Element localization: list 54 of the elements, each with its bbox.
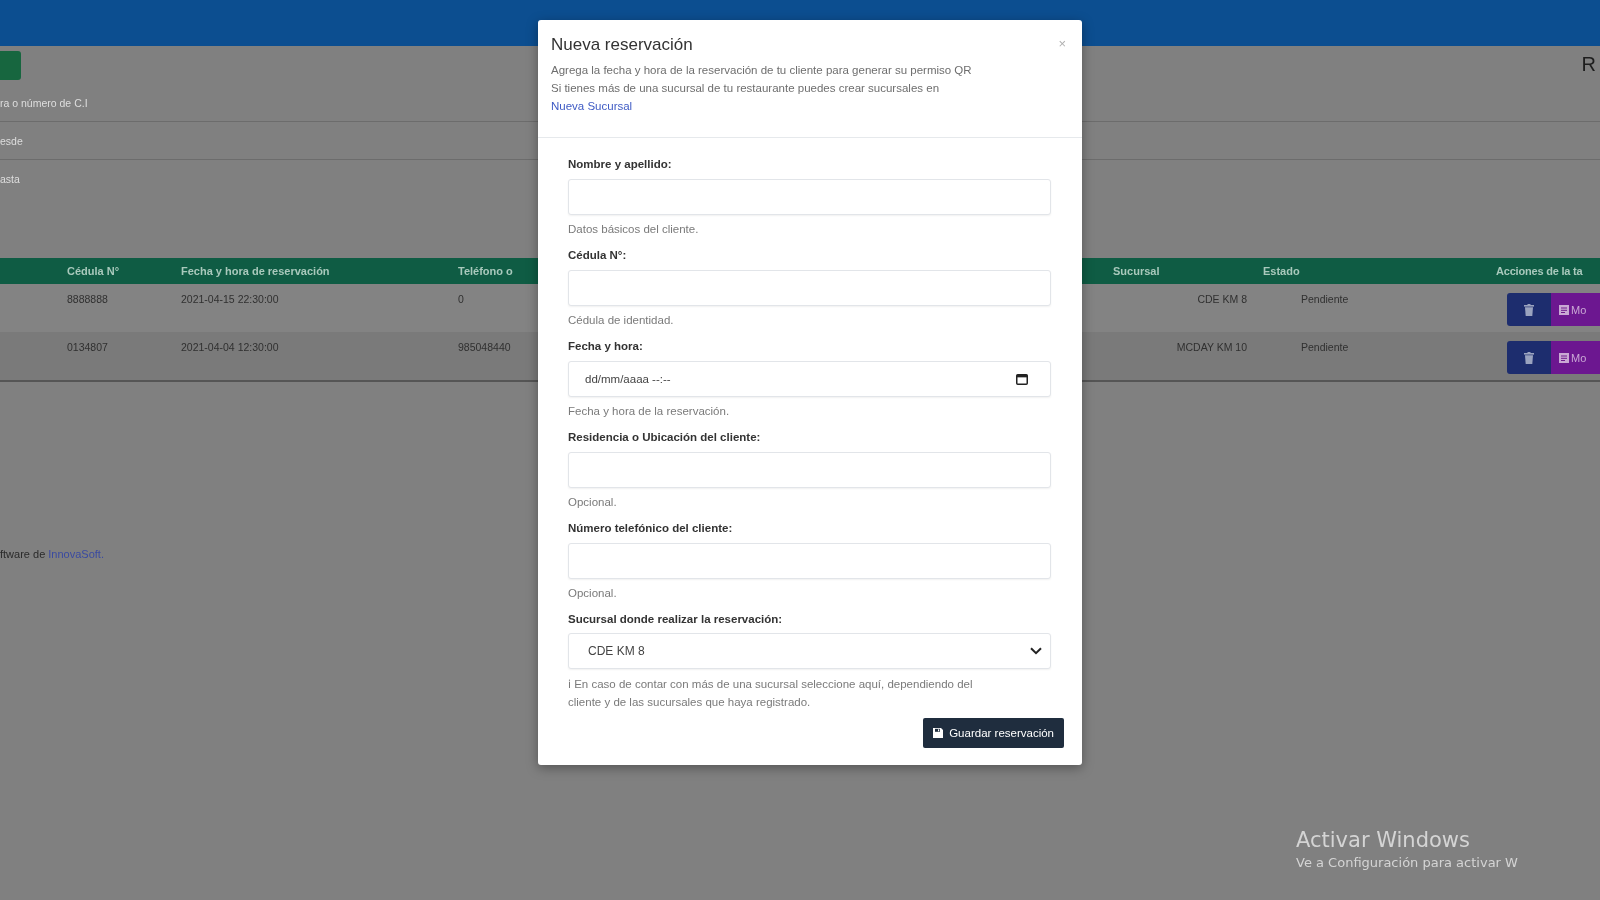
memo-icon bbox=[1559, 304, 1569, 315]
delete-button[interactable] bbox=[1507, 293, 1551, 326]
field-label: Número telefónico del cliente: bbox=[568, 521, 733, 536]
activation-notice-title: Activar Windows bbox=[1296, 827, 1470, 854]
column-header: Acciones de la ta bbox=[1496, 265, 1583, 277]
table-cell: Pendiente bbox=[1301, 293, 1349, 305]
table-cell: MCDAY KM 10 bbox=[1176, 341, 1247, 353]
action-button[interactable] bbox=[0, 51, 21, 80]
save-icon bbox=[933, 728, 944, 738]
text-input[interactable] bbox=[568, 179, 1051, 215]
trash-icon bbox=[1524, 351, 1534, 364]
help-text: Opcional. bbox=[568, 495, 617, 510]
help-text: ℹ En caso de contar con más de una sucursal seleccione aquí, dependiendo del cliente y de las sucursales que haya registrado. bbox=[568, 677, 974, 710]
field-label: Cédula N°: bbox=[568, 248, 627, 263]
field-label: Residencia o Ubicación del cliente: bbox=[568, 430, 761, 445]
edit-button[interactable]: Mo bbox=[1551, 293, 1600, 326]
delete-button[interactable] bbox=[1507, 341, 1551, 374]
datetime-input[interactable]: dd/mm/aaaa --:-- bbox=[568, 361, 1051, 397]
field-label: Sucursal donde realizar la reservación: bbox=[568, 612, 783, 627]
help-text: Datos básicos del cliente. bbox=[568, 222, 699, 237]
modal-title: Nueva reservación bbox=[551, 35, 693, 55]
table-cell: 2021-04-04 12:30:00 bbox=[181, 341, 279, 353]
field-label: Fecha y hora: bbox=[568, 339, 643, 354]
save-button[interactable]: Guardar reservación bbox=[923, 718, 1064, 748]
table-cell: 0134807 bbox=[67, 341, 108, 353]
table-cell: CDE KM 8 bbox=[1197, 293, 1247, 305]
column-header: Cédula N° bbox=[67, 265, 120, 277]
help-text: Fecha y hora de la reservación. bbox=[568, 404, 730, 419]
edit-button[interactable]: Mo bbox=[1551, 341, 1600, 374]
text-input[interactable] bbox=[568, 452, 1051, 488]
help-text: Cédula de identidad. bbox=[568, 313, 674, 328]
field-label: Nombre y apellido: bbox=[568, 157, 672, 172]
trash-icon bbox=[1524, 303, 1534, 316]
calendar-icon bbox=[1016, 373, 1028, 385]
text-input[interactable] bbox=[568, 270, 1051, 306]
column-header: Fecha y hora de reservación bbox=[181, 265, 330, 277]
table-cell: 985048440 bbox=[458, 341, 511, 353]
table-cell: 8888888 bbox=[67, 293, 108, 305]
table-cell: Pendiente bbox=[1301, 341, 1349, 353]
column-header: Teléfono o bbox=[458, 265, 513, 277]
footer-text: ftware de InnovaSoft. bbox=[0, 547, 104, 561]
column-header: Sucursal bbox=[1113, 265, 1160, 277]
branch-select[interactable]: CDE KM 8 bbox=[568, 633, 1051, 669]
page-title: R bbox=[1581, 53, 1596, 75]
text-input[interactable] bbox=[568, 543, 1051, 579]
chevron-down-icon bbox=[1030, 647, 1042, 655]
modal-description: Agrega la fecha y hora de la reservación de tu cliente para generar su permiso QR Si tienes más de una sucursal de tu restaurante puedes crear sucursales en Nueva Sucursal bbox=[551, 63, 973, 114]
table-cell: 2021-04-15 22:30:00 bbox=[181, 293, 279, 305]
help-text: Opcional. bbox=[568, 586, 617, 601]
column-header: Estado bbox=[1263, 265, 1300, 277]
table-cell: 0 bbox=[458, 293, 464, 305]
activation-notice-text: Ve a Configuración para activar W bbox=[1296, 854, 1518, 872]
memo-icon bbox=[1559, 352, 1569, 363]
new-branch-link[interactable]: Nueva Sucursal bbox=[551, 100, 633, 112]
